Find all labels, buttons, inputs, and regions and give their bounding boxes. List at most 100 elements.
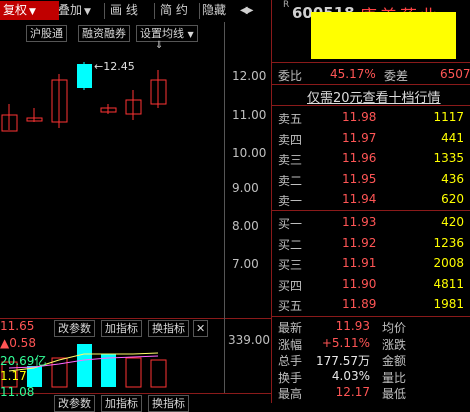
candle-down xyxy=(77,64,92,88)
price-tick: 8.00 xyxy=(232,219,259,233)
quote-label: 金额 xyxy=(382,354,407,368)
buy-label: 买四 xyxy=(278,278,303,293)
quote-value: 4.03% xyxy=(331,368,370,383)
buy-volume: 2008 xyxy=(433,256,464,270)
buy-row: 买五 11.89 1981 xyxy=(272,295,470,315)
top-toolbar: 复权 ▼ 叠加 ▼ 画 线 简 约 隐藏 ◀▶ xyxy=(0,0,270,22)
divider xyxy=(272,105,470,106)
quote-label: 均价 xyxy=(382,321,407,335)
sell-price[interactable]: 11.98 xyxy=(342,110,376,124)
sell-row: 卖二 11.95 436 xyxy=(272,170,470,190)
bottom-switch-indicator-button[interactable]: 换指标 xyxy=(148,395,189,412)
r-mark: R xyxy=(283,0,290,10)
buy-volume: 420 xyxy=(441,215,464,229)
sell-row: 卖四 11.97 441 xyxy=(272,129,470,149)
sell-label: 卖二 xyxy=(278,173,303,188)
volume-bar xyxy=(101,354,116,387)
simple-button[interactable]: 简 约 xyxy=(160,1,198,20)
quote-value: 11.08 xyxy=(0,385,35,399)
quote-label: 量比 xyxy=(382,370,407,385)
sell-price[interactable]: 11.94 xyxy=(342,192,376,206)
volume-axis-label: 339.00 xyxy=(228,333,270,347)
overlay-dropdown-icon: ▼ xyxy=(84,7,91,17)
price-tick: 12.00 xyxy=(232,69,267,83)
bottom-change-param-button[interactable]: 改参数 xyxy=(54,395,95,412)
price-axis-line xyxy=(224,22,225,318)
quote-value: ▲0.58 xyxy=(0,335,36,350)
sell-price[interactable]: 11.96 xyxy=(342,151,376,165)
sell-row: 卖一 11.94 620 xyxy=(272,190,470,210)
volume-bar xyxy=(77,344,92,387)
overlay-label: 叠加 xyxy=(58,3,83,17)
buy-price[interactable]: 11.91 xyxy=(342,256,376,270)
fuquan-dropdown-icon: ▼ xyxy=(29,7,36,17)
buy-volume: 4811 xyxy=(433,276,464,291)
highlight-block xyxy=(311,12,456,59)
price-tick: 10.00 xyxy=(232,146,267,160)
overlay-button[interactable]: 叠加 ▼ xyxy=(58,1,102,20)
sell-label: 卖三 xyxy=(278,153,303,167)
sell-row: 卖五 11.98 1117 xyxy=(272,108,470,128)
buy-row: 买二 11.92 1236 xyxy=(272,234,470,254)
quote-value: 20.69亿 xyxy=(0,354,47,368)
ma-marker-icon: ⇓ xyxy=(155,40,163,51)
quote-label: 最低 xyxy=(382,387,407,401)
expand-arrows-icon[interactable]: ◀▶ xyxy=(240,1,268,20)
quote-value: +5.11% xyxy=(321,335,370,350)
buy-price[interactable]: 11.93 xyxy=(342,215,376,229)
change-param-button[interactable]: 改参数 xyxy=(54,320,95,337)
quote-label: 总手 xyxy=(278,354,303,368)
bottom-border xyxy=(0,393,271,394)
divider xyxy=(272,84,470,85)
close-panel-icon[interactable]: ✕ xyxy=(193,320,209,337)
high-arrow-icon: ← xyxy=(94,60,104,73)
volume-bar xyxy=(51,357,68,388)
sell-row: 卖三 11.96 1335 xyxy=(272,149,470,169)
sell-label: 卖一 xyxy=(278,194,303,208)
buy-row: 买三 11.91 2008 xyxy=(272,254,470,274)
quote-label: 涨跌 xyxy=(382,337,407,352)
sell-volume: 436 xyxy=(441,171,464,186)
high-price-label: ←12.45 xyxy=(94,60,135,73)
diff-label: 委差 xyxy=(384,69,409,83)
sell-price[interactable]: 11.97 xyxy=(342,131,376,145)
buy-volume: 1236 xyxy=(433,235,464,250)
volume-axis-line xyxy=(224,318,225,393)
toolbar-divider xyxy=(104,3,105,19)
add-indicator-button[interactable]: 加指标 xyxy=(101,320,142,337)
high-price-value: 12.45 xyxy=(103,60,135,73)
volume-bar xyxy=(27,366,42,387)
switch-indicator-button[interactable]: 换指标 xyxy=(148,320,189,337)
bottom-add-indicator-button[interactable]: 加指标 xyxy=(101,395,142,412)
buy-price[interactable]: 11.92 xyxy=(342,236,376,250)
buy-label: 买二 xyxy=(278,237,303,252)
buy-row: 买一 11.93 420 xyxy=(272,213,470,233)
quote-label: 涨幅 xyxy=(278,337,303,352)
quote-value: 177.57万 xyxy=(316,354,370,368)
sell-price[interactable]: 11.95 xyxy=(342,172,376,186)
price-tick: 7.00 xyxy=(232,257,259,271)
quote-label: 最高 xyxy=(278,387,303,401)
sell-label: 卖五 xyxy=(278,112,303,126)
toolbar-divider xyxy=(154,3,155,19)
buy-price[interactable]: 11.90 xyxy=(342,277,376,291)
sell-volume: 620 xyxy=(441,192,464,206)
price-tick: 11.00 xyxy=(232,108,267,122)
sell-label: 卖四 xyxy=(278,132,303,147)
fuquan-button[interactable]: 复权 ▼ xyxy=(0,1,59,20)
quote-value: 11.93 xyxy=(335,319,370,333)
sell-volume: 1335 xyxy=(433,151,464,165)
buy-label: 买三 xyxy=(278,258,303,272)
buy-volume: 1981 xyxy=(433,297,464,311)
candlestick-chart: ⇓ xyxy=(1,40,167,132)
sell-volume: 1117 xyxy=(433,110,464,124)
promo-link[interactable]: 仅需20元查看十档行情 xyxy=(307,87,441,106)
quote-value: 12.17 xyxy=(335,385,370,399)
buy-price[interactable]: 11.89 xyxy=(342,297,376,311)
divider xyxy=(272,210,470,211)
hide-button[interactable]: 隐藏 xyxy=(202,1,238,20)
quote-label: 最新 xyxy=(278,321,303,335)
buy-row: 买四 11.90 4811 xyxy=(272,275,470,295)
quote-value: 11.65 xyxy=(0,319,35,333)
draw-line-button[interactable]: 画 线 xyxy=(110,1,152,20)
